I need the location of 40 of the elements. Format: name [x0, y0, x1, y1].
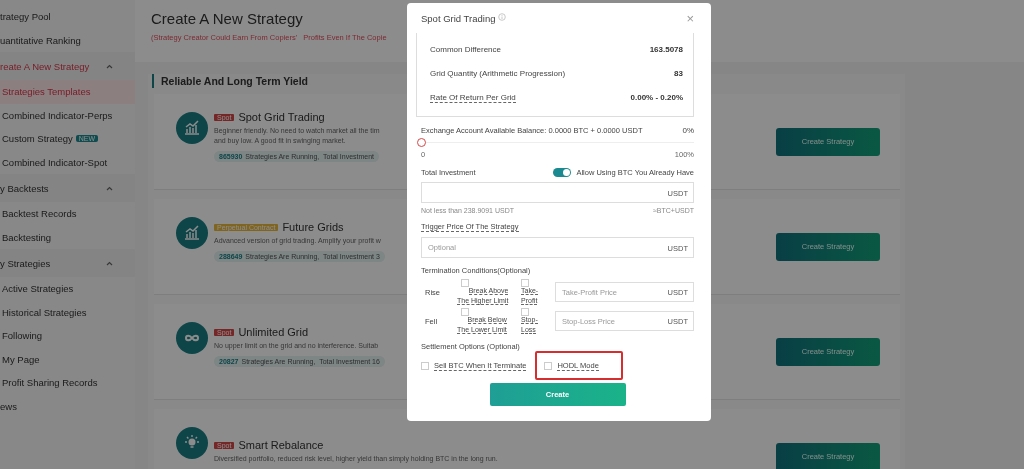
checkbox[interactable]: [461, 279, 469, 287]
strategy-title: Spot Grid Trading: [238, 111, 325, 123]
summary-value: 0.00% - 0.20%: [630, 92, 683, 103]
checkbox[interactable]: [521, 279, 529, 287]
sidebar-item[interactable]: reate A New Strategy: [0, 52, 135, 80]
strategy-title: Unlimited Grid: [238, 326, 309, 338]
infinity-icon: [176, 321, 208, 354]
bulb-icon: [176, 426, 208, 459]
summary-value: 163.5078: [649, 44, 683, 54]
chart-icon: [176, 111, 208, 144]
info-icon: [498, 12, 507, 21]
sidebar-item[interactable]: Backtest Records: [0, 202, 135, 226]
toggle-switch[interactable]: [553, 168, 572, 177]
summary-label: Common Difference: [430, 44, 501, 54]
sidebar-item[interactable]: Combined Indicator-Spot: [0, 150, 135, 174]
checkbox[interactable]: [421, 362, 429, 370]
chart-icon: [176, 216, 208, 249]
strategy-title: Future Grids: [282, 221, 344, 233]
page-title: Create A New Strategy: [151, 10, 303, 27]
strategy-title: Smart Rebalance: [238, 439, 324, 451]
sidebar-item[interactable]: uantitative Ranking: [0, 28, 135, 52]
balance-percent: 0%: [682, 126, 694, 135]
sidebar-item[interactable]: ews: [0, 394, 135, 419]
investment-field[interactable]: [421, 182, 694, 203]
summary-label: Rate Of Return Per Grid: [430, 92, 516, 103]
sidebar-item[interactable]: Following: [0, 324, 135, 348]
sidebar-item[interactable]: trategy Pool: [0, 4, 135, 28]
sidebar-item[interactable]: y Strategies: [0, 249, 135, 277]
sidebar-item[interactable]: Historical Strategies: [0, 300, 135, 324]
close-button[interactable]: ×: [686, 11, 694, 25]
sidebar-item[interactable]: Backtesting: [0, 225, 135, 249]
sidebar-item[interactable]: My Page: [0, 347, 135, 371]
checkbox[interactable]: [521, 308, 529, 316]
sidebar-item[interactable]: Active Strategies: [0, 277, 135, 301]
checkbox[interactable]: [461, 308, 469, 316]
dialog-title: Spot Grid Trading: [421, 12, 496, 24]
sidebar-item[interactable]: Profit Sharing Records: [0, 371, 135, 395]
sidebar-item[interactable]: y Backtests: [0, 174, 135, 202]
checkbox[interactable]: [544, 362, 553, 370]
sidebar-item[interactable]: Strategies Templates: [0, 80, 135, 104]
